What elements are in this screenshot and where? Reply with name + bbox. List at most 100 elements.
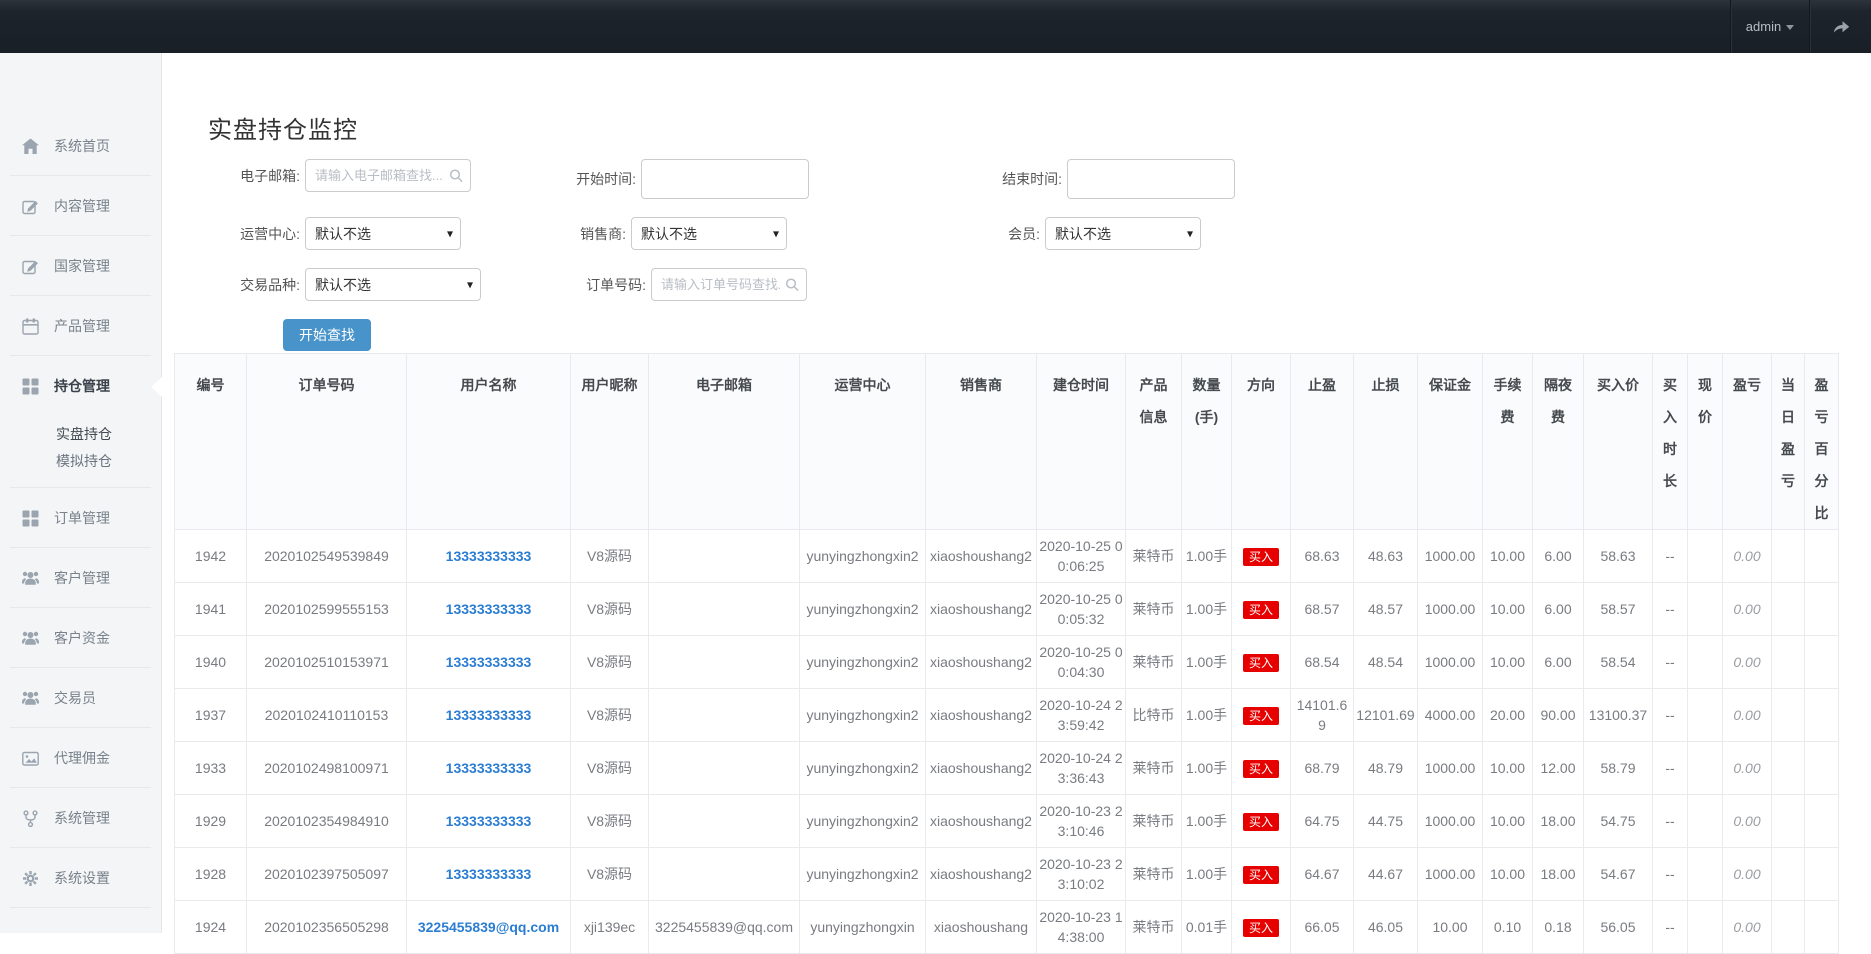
main-content: 实盘持仓监控 电子邮箱: 开始时间: 结束时间: 运营中心: 默认不选 ▾ — [162, 53, 1871, 954]
sidebar-item-label: 国家管理 — [54, 256, 110, 276]
cell-user[interactable]: 13333333333 — [407, 742, 571, 795]
image-icon — [21, 749, 40, 768]
cell-product: 莱特币 — [1126, 583, 1182, 636]
cell-tp: 64.75 — [1291, 795, 1354, 848]
op-center-select[interactable]: 默认不选 — [305, 217, 461, 250]
cell-email — [649, 583, 800, 636]
sidebar-item-10[interactable]: 代理佣金 — [0, 728, 161, 788]
edit-icon — [21, 197, 40, 216]
cell-tp: 68.57 — [1291, 583, 1354, 636]
nav-group: 系统管理 — [0, 788, 161, 848]
sidebar-item-7[interactable]: 客户管理 — [0, 548, 161, 608]
cell-order-no: 2020102549539849 — [247, 530, 407, 583]
email-search-input[interactable] — [305, 159, 471, 192]
cell-tp: 68.63 — [1291, 530, 1354, 583]
cell-op: yunyingzhongxin2 — [800, 530, 926, 583]
cell-user[interactable]: 13333333333 — [407, 689, 571, 742]
direction-badge: 买入 — [1243, 919, 1279, 937]
cell-email — [649, 795, 800, 848]
email-filter-label: 电子邮箱: — [174, 166, 305, 186]
positions-table: 编号订单号码用户名称用户昵称电子邮箱运营中心销售商建仓时间产品信息数量(手)方向… — [174, 353, 1839, 954]
sidebar-item-3[interactable]: 国家管理 — [0, 236, 161, 296]
sidebar-item-9[interactable]: 交易员 — [0, 668, 161, 728]
order-no-search-input[interactable] — [651, 268, 807, 301]
sidebar-item-8[interactable]: 客户资金 — [0, 608, 161, 668]
cell-user[interactable]: 13333333333 — [407, 795, 571, 848]
cell-qty: 1.00手 — [1182, 795, 1232, 848]
nav-group: 系统设置 — [0, 848, 161, 908]
cell-user[interactable]: 13333333333 — [407, 530, 571, 583]
cell-margin: 1000.00 — [1418, 636, 1483, 689]
nav-group: 代理佣金 — [0, 728, 161, 788]
cell-nick: V8源码 — [571, 848, 649, 901]
cell-pnl: 0.00 — [1723, 901, 1772, 954]
cell-seller: xiaoshoushang — [926, 901, 1037, 954]
cell-sl: 48.63 — [1354, 530, 1418, 583]
cell-user[interactable]: 13333333333 — [407, 583, 571, 636]
cell-fee: 10.00 — [1483, 583, 1533, 636]
cell-seller: xiaoshoushang2 — [926, 689, 1037, 742]
cell-seller: xiaoshoushang2 — [926, 795, 1037, 848]
cell-email — [649, 636, 800, 689]
search-button[interactable]: 开始查找 — [283, 319, 371, 351]
nav-group: 系统首页 — [0, 116, 161, 176]
cell-day-pnl — [1772, 742, 1805, 795]
cell-sl: 48.79 — [1354, 742, 1418, 795]
submenu-item-1[interactable]: 实盘持仓 — [0, 420, 161, 447]
cell-margin: 1000.00 — [1418, 530, 1483, 583]
cell-margin: 1000.00 — [1418, 742, 1483, 795]
cell-user[interactable]: 13333333333 — [407, 848, 571, 901]
sidebar-item-5[interactable]: 持仓管理 — [0, 356, 161, 416]
filter-row-3: 交易品种: 默认不选 ▾ 订单号码: — [174, 268, 1838, 301]
cell-duration: -- — [1653, 689, 1688, 742]
nav-group: 内容管理 — [0, 176, 161, 236]
logout-button[interactable] — [1809, 0, 1871, 53]
search-icon — [785, 277, 800, 292]
variety-select[interactable]: 默认不选 — [305, 268, 481, 301]
cell-sl: 12101.69 — [1354, 689, 1418, 742]
cell-tp: 66.05 — [1291, 901, 1354, 954]
cell-nick: V8源码 — [571, 795, 649, 848]
cell-email — [649, 742, 800, 795]
end-time-input[interactable] — [1067, 159, 1235, 199]
cell-open-time: 2020-10-24 23:59:42 — [1037, 689, 1126, 742]
sidebar-item-4[interactable]: 产品管理 — [0, 296, 161, 356]
seller-select[interactable]: 默认不选 — [631, 217, 787, 250]
admin-menu[interactable]: admin — [1730, 0, 1809, 53]
cell-buy-price: 54.67 — [1584, 848, 1653, 901]
cell-buy-price: 58.79 — [1584, 742, 1653, 795]
column-header: 用户名称 — [407, 354, 571, 530]
sidebar-item-2[interactable]: 内容管理 — [0, 176, 161, 236]
cell-email — [649, 848, 800, 901]
cell-day-pnl — [1772, 689, 1805, 742]
topbar: admin — [0, 0, 1871, 53]
direction-badge: 买入 — [1243, 707, 1279, 725]
submenu-item-2[interactable]: 模拟持仓 — [0, 447, 161, 474]
member-select[interactable]: 默认不选 — [1045, 217, 1201, 250]
sidebar-item-6[interactable]: 订单管理 — [0, 488, 161, 548]
cell-id: 1929 — [175, 795, 247, 848]
sidebar-item-1[interactable]: 系统首页 — [0, 116, 161, 176]
sidebar-item-12[interactable]: 系统设置 — [0, 848, 161, 908]
cell-op: yunyingzhongxin2 — [800, 583, 926, 636]
cell-current — [1688, 742, 1723, 795]
grid-icon — [21, 377, 40, 396]
start-time-input[interactable] — [641, 159, 809, 199]
cell-margin: 10.00 — [1418, 901, 1483, 954]
cell-direction: 买入 — [1232, 795, 1291, 848]
cell-seller: xiaoshoushang2 — [926, 742, 1037, 795]
cell-user[interactable]: 3225455839@qq.com — [407, 901, 571, 954]
nav-group: 国家管理 — [0, 236, 161, 296]
sidebar-item-11[interactable]: 系统管理 — [0, 788, 161, 848]
cell-overnight: 18.00 — [1533, 848, 1584, 901]
cell-pnl-pct — [1805, 530, 1839, 583]
direction-badge: 买入 — [1243, 601, 1279, 619]
column-header: 产品信息 — [1126, 354, 1182, 530]
cell-pnl: 0.00 — [1723, 530, 1772, 583]
column-header: 手续费 — [1483, 354, 1533, 530]
cell-open-time: 2020-10-25 00:05:32 — [1037, 583, 1126, 636]
cell-user[interactable]: 13333333333 — [407, 636, 571, 689]
sidebar-item-label: 内容管理 — [54, 196, 110, 216]
column-header: 当日盈亏 — [1772, 354, 1805, 530]
column-header: 盈亏 — [1723, 354, 1772, 530]
